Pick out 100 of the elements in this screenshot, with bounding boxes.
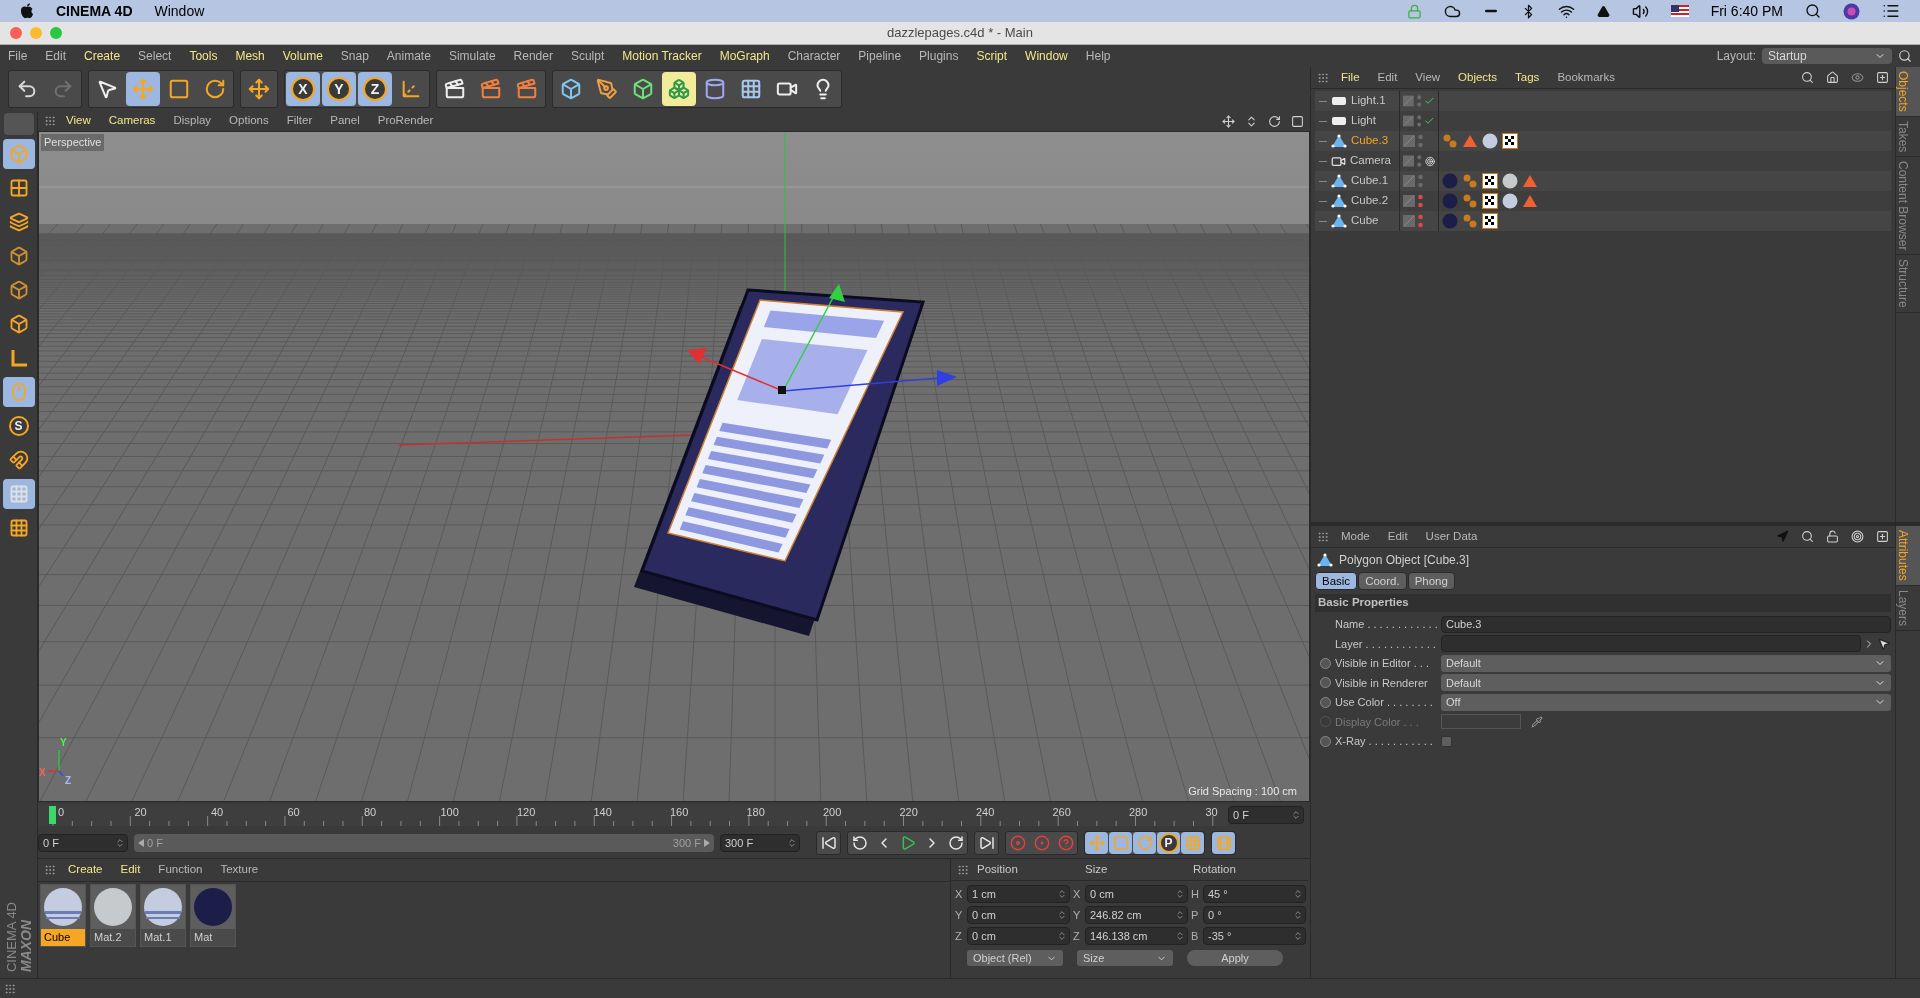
spinner-icon[interactable] [1057,931,1067,941]
menu-item[interactable]: Texture [220,861,259,879]
coordinate-field[interactable]: 0 ° [1203,906,1306,924]
menu-item[interactable]: Create [68,861,103,879]
menu-item[interactable]: Mesh [235,47,265,65]
apple-logo-icon[interactable] [20,3,34,19]
eye-icon[interactable] [1851,71,1864,84]
menu-item[interactable]: Edit [1387,527,1408,546]
spinner-icon[interactable] [787,838,797,848]
menu-item[interactable]: Window [1025,47,1068,65]
visibility-dots-icon[interactable] [1418,134,1423,148]
eject-icon[interactable] [1596,4,1610,18]
snap-button[interactable]: S [2,411,35,441]
dropdown[interactable]: Object (Rel) [967,950,1063,966]
layer-square-icon[interactable] [1403,115,1414,127]
menu-item[interactable]: File [8,47,28,65]
dropdown[interactable]: Size [1077,950,1173,966]
menu-item[interactable]: Animate [386,47,431,65]
menu-item[interactable]: Mode [1341,527,1370,546]
tab[interactable]: Basic [1315,572,1358,590]
object-row[interactable]: Light.1 [1315,91,1891,111]
menu-item[interactable]: Window [154,0,205,22]
menu-item[interactable]: File [1341,68,1360,87]
dropdown[interactable]: Default [1441,674,1891,692]
visibility-dots-icon[interactable] [1417,154,1422,168]
spinner-icon[interactable] [1293,889,1303,899]
search-icon[interactable] [1805,3,1821,19]
model-button[interactable] [2,139,35,169]
menu-item[interactable]: Character [787,47,841,65]
object-row[interactable]: Cube.2 [1315,191,1891,211]
cloner-button[interactable] [662,72,696,106]
scale-key-button[interactable] [1109,832,1132,854]
coordinate-field[interactable]: 1 cm [967,885,1070,903]
menu-item[interactable]: User Data [1425,527,1478,546]
orb-icon[interactable] [1843,2,1860,20]
tweak-button[interactable] [2,377,35,407]
coordinate-field[interactable]: 246.82 cm [1085,906,1188,924]
spinner-icon[interactable] [115,838,125,848]
move-icon[interactable] [1222,114,1235,128]
material-swatch[interactable]: Mat.1 [140,884,186,947]
menu-item[interactable]: Objects [1458,68,1498,87]
visibility-dots-icon[interactable] [1416,114,1422,128]
visibility-dots-icon[interactable] [1416,94,1422,108]
house-icon[interactable] [1826,71,1839,84]
rot-key-button[interactable] [1133,832,1156,854]
unlock-icon[interactable] [1826,530,1839,543]
layer-square-icon[interactable] [1403,95,1414,107]
menu-item[interactable]: ProRender [377,112,434,130]
side-tab[interactable]: Takes [1896,116,1920,158]
pos-key-button[interactable] [1085,832,1108,854]
grid-snap-button[interactable] [2,479,35,509]
side-tab[interactable]: Structure [1896,255,1920,314]
menu-item[interactable]: Help [1085,47,1111,65]
search-icon[interactable] [1801,530,1814,543]
menu-item[interactable]: Plugins [919,47,959,65]
menu-item[interactable]: Tags [1515,68,1540,87]
menubar-clock[interactable]: Fri 6:40 PM [1710,0,1783,22]
coordinate-field[interactable]: -35 ° [1203,927,1306,945]
menu-item[interactable]: Render [513,47,553,65]
volume-icon[interactable] [1631,2,1649,20]
square-icon[interactable] [1291,114,1304,128]
menu-item[interactable]: Bookmarks [1557,68,1615,87]
section-header[interactable]: Basic Properties [1315,594,1891,612]
start-frame-field[interactable]: 0 F [38,834,128,852]
object-row[interactable]: Light [1315,111,1891,131]
layer-square-icon[interactable] [1403,155,1415,167]
spinner-icon[interactable] [1175,931,1185,941]
layout-dropdown[interactable]: Startup [1762,48,1892,64]
menu-item[interactable]: Volume [282,47,323,65]
tab[interactable]: Coord. [1358,572,1407,590]
side-tab[interactable]: Content Browser [1896,157,1920,256]
menu-item[interactable]: MoGraph [719,47,770,65]
spinner-icon[interactable] [1175,910,1185,920]
menu-item[interactable]: Script [976,47,1008,65]
search-icon[interactable] [1898,49,1912,63]
toolbar-grip[interactable] [3,113,34,135]
menu-item[interactable]: Snap [340,47,369,65]
menu-item[interactable]: Cameras [108,112,156,130]
check-icon[interactable] [1424,115,1435,127]
flag-icon[interactable] [1670,5,1689,17]
menu-item[interactable]: Function [158,861,203,879]
coordinate-field[interactable]: 45 ° [1203,885,1306,903]
timeline-button[interactable] [1212,832,1235,854]
object-row[interactable]: Cube.1 [1315,171,1891,191]
list-icon[interactable] [1882,2,1900,20]
new-panel-icon[interactable] [1876,71,1889,84]
cursor-icon[interactable] [1877,636,1891,651]
eyedropper-icon[interactable] [1531,715,1543,728]
side-tab[interactable]: Attributes [1896,526,1920,586]
spinner-icon[interactable] [1293,910,1303,920]
end-frame-field[interactable]: 300 F [720,834,800,852]
frame-field[interactable]: 0 F [1228,806,1304,824]
triangle-right-icon[interactable] [704,839,710,847]
menu-item[interactable]: Select [138,47,172,65]
menu-item[interactable]: Tools [189,47,218,65]
coordinate-field[interactable]: 146.138 cm [1085,927,1188,945]
check-icon[interactable] [1424,95,1435,107]
visibility-dots-icon[interactable] [1418,214,1423,228]
spinner-icon[interactable] [1291,810,1301,820]
menu-item[interactable]: Panel [330,112,360,130]
